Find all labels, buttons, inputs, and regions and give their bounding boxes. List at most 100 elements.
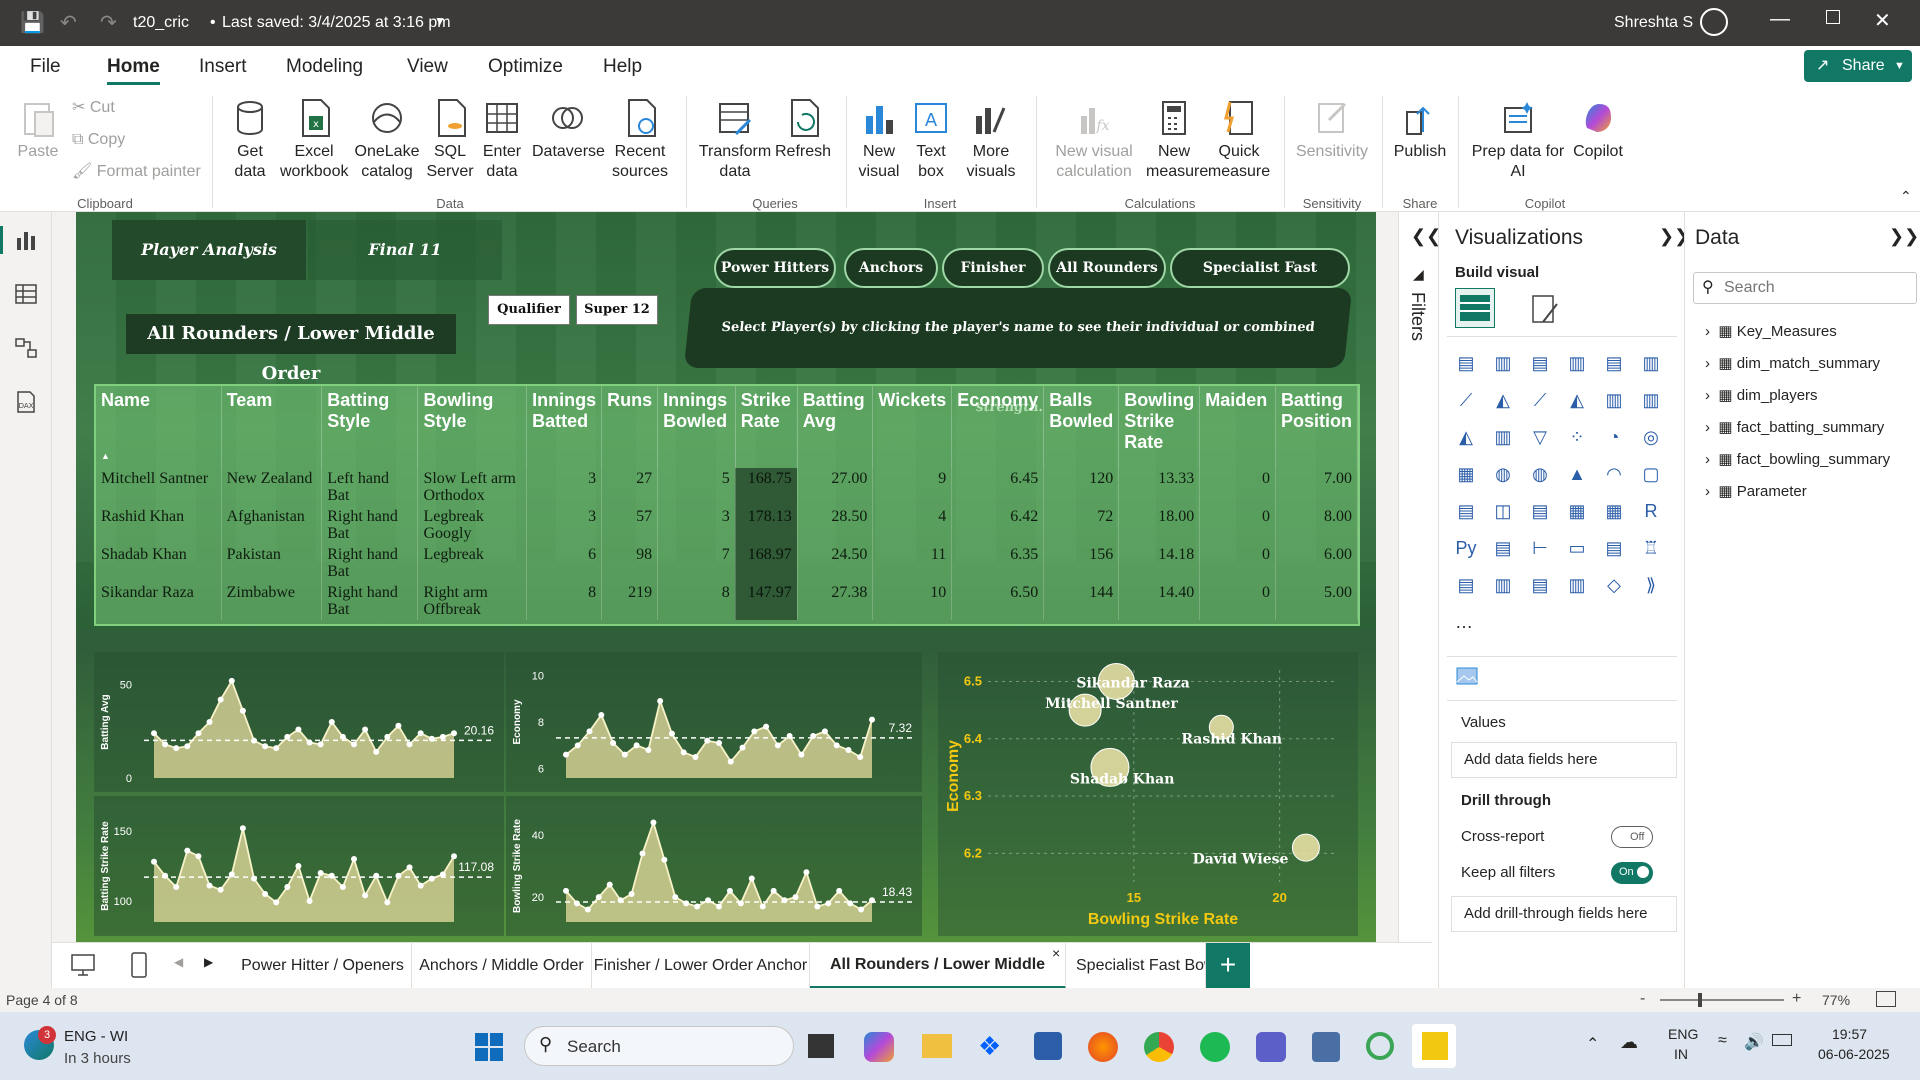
data-table-key-measures[interactable]: › ▦ Key_Measures — [1705, 322, 1837, 340]
clock-time[interactable]: 19:57 — [1832, 1026, 1867, 1042]
col-batting-position[interactable]: Batting Position — [1275, 386, 1359, 468]
col-batting-style[interactable]: Batting Style — [321, 386, 419, 468]
start-icon[interactable] — [474, 1032, 504, 1062]
app-ring-icon[interactable] — [1366, 1032, 1394, 1060]
menu-home[interactable]: Home — [107, 56, 160, 85]
visual-type-icon[interactable]: ⟋ — [1453, 387, 1479, 413]
store-icon[interactable] — [1034, 1032, 1062, 1060]
quick-measure-button[interactable]: Quick measure — [1204, 98, 1274, 182]
dropbox-icon[interactable]: ❖ — [978, 1032, 1001, 1060]
tab-scroll-left-icon[interactable]: ◀ — [174, 955, 183, 969]
cross-report-toggle[interactable]: Off — [1611, 826, 1653, 848]
visual-type-icon[interactable]: ▥ — [1638, 350, 1664, 376]
visual-type-icon[interactable]: ◍ — [1490, 461, 1516, 487]
visual-type-icon[interactable]: ▥ — [1490, 572, 1516, 598]
visual-type-icon[interactable]: ▥ — [1490, 424, 1516, 450]
visual-type-icon[interactable]: ◇ — [1601, 572, 1627, 598]
data-table-fact-bowling-summary[interactable]: › ▦ fact_bowling_summary — [1705, 450, 1890, 468]
menu-help[interactable]: Help — [603, 56, 642, 78]
pill-specialist-fast-bowlers[interactable]: Specialist Fast Bowlers — [1170, 248, 1350, 312]
share-button[interactable]: ↗ Share ▼ — [1804, 50, 1912, 82]
add-page-button[interactable]: + — [1206, 943, 1250, 989]
keep-all-filters-toggle[interactable]: On — [1611, 862, 1653, 884]
table-cell[interactable]: Sikandar Raza — [96, 582, 222, 620]
minimize-icon[interactable]: — — [1770, 8, 1790, 31]
tab-anchors-middle-order[interactable]: Anchors / Middle Order — [412, 943, 592, 989]
menu-modeling[interactable]: Modeling — [286, 56, 363, 78]
collapse-ribbon-icon[interactable]: ⌃ — [1900, 188, 1912, 205]
table-row[interactable]: Rashid Khan Afghanistan Right hand Bat Legb… — [96, 506, 1359, 544]
visual-type-icon[interactable]: ▢ — [1638, 461, 1664, 487]
firefox-icon[interactable] — [1088, 1032, 1118, 1062]
cloud-icon[interactable]: ☁ — [1620, 1032, 1638, 1053]
col-runs[interactable]: Runs — [601, 386, 659, 468]
visual-type-icon[interactable]: ⊢ — [1527, 535, 1553, 561]
visual-type-icon[interactable]: ▭ — [1564, 535, 1590, 561]
col-bowling-style[interactable]: Bowling Style — [417, 386, 528, 468]
transform-data-button[interactable]: Transform data — [698, 98, 772, 182]
show-hidden-icons[interactable]: ⌃ — [1586, 1034, 1599, 1054]
menu-optimize[interactable]: Optimize — [488, 56, 563, 78]
col-economy[interactable]: Economy — [951, 386, 1045, 468]
visual-type-icon[interactable]: ⁘ — [1564, 424, 1590, 450]
pill-power-hitters[interactable]: Power Hitters — [714, 248, 836, 288]
tab-power-hitter-openers[interactable]: Power Hitter / Openers — [234, 943, 412, 989]
save-icon[interactable]: 💾 — [20, 10, 45, 35]
close-icon[interactable]: ✕ — [1874, 8, 1891, 33]
close-tab-icon[interactable]: × — [1052, 945, 1060, 961]
visual-type-icon[interactable]: ◔ — [1601, 424, 1627, 450]
keyboard-layout-1[interactable]: ENG — [1668, 1026, 1698, 1042]
table-row[interactable]: Mitchell Santner New Zealand Left hand Bat… — [96, 468, 1359, 506]
visual-type-icon[interactable]: ▤ — [1453, 498, 1479, 524]
more-visuals-button[interactable]: More visuals — [958, 98, 1024, 182]
visual-type-icon[interactable]: ▤ — [1490, 535, 1516, 561]
menu-insert[interactable]: Insert — [199, 56, 247, 78]
cut-button[interactable]: ✂ Cut — [72, 98, 115, 118]
visual-type-icon[interactable]: ▥ — [1564, 572, 1590, 598]
report-view-icon[interactable] — [14, 228, 38, 252]
visual-type-icon[interactable]: ⟋ — [1527, 387, 1553, 413]
slicer-qualifier[interactable]: Qualifier — [488, 295, 570, 325]
col-balls-bowled[interactable]: Balls Bowled — [1043, 386, 1120, 468]
model-view-icon[interactable] — [14, 336, 38, 360]
visual-type-icon[interactable]: ▤ — [1453, 350, 1479, 376]
col-strike-rate[interactable]: Strike Rate — [735, 386, 798, 468]
chevron-down-icon[interactable]: ▼ — [434, 14, 446, 28]
data-table-parameter[interactable]: › ▦ Parameter — [1705, 482, 1807, 500]
table-row[interactable]: Sikandar Raza Zimbabwe Right hand Bat Right… — [96, 582, 1359, 620]
table-row[interactable]: Shadab Khan Pakistan Right hand Bat Legbrea… — [96, 544, 1359, 582]
excel-button[interactable]: x Excel workbook — [280, 98, 348, 182]
visual-type-icon[interactable]: R — [1638, 498, 1664, 524]
search-input[interactable] — [1724, 276, 1904, 300]
visual-type-icon[interactable]: ▲ — [1564, 461, 1590, 487]
app-icon[interactable] — [1312, 1032, 1340, 1062]
visual-type-icon[interactable]: ♖ — [1638, 535, 1664, 561]
new-visual-button[interactable]: New visual — [856, 98, 902, 182]
visual-type-icon[interactable]: ▤ — [1527, 498, 1553, 524]
volume-icon[interactable]: 🔊 — [1744, 1032, 1764, 1052]
col-team[interactable]: Team — [221, 386, 323, 468]
taskbar-search[interactable]: ⚲ Search — [524, 1026, 794, 1066]
avatar[interactable] — [1700, 8, 1728, 36]
table-cell[interactable]: Rashid Khan — [96, 506, 222, 544]
dataverse-button[interactable]: Dataverse — [532, 98, 605, 162]
visual-type-icon[interactable]: ◎ — [1638, 424, 1664, 450]
tab-finisher-lower-order-anchor[interactable]: Finisher / Lower Order Anchor — [592, 943, 810, 989]
get-data-button[interactable]: Get data — [222, 98, 278, 182]
nav-player-analysis[interactable]: Player Analysis — [112, 220, 306, 280]
visual-type-icon[interactable]: ▤ — [1453, 572, 1479, 598]
visual-type-icon[interactable]: ▽ — [1527, 424, 1553, 450]
zoom-thumb[interactable] — [1698, 993, 1702, 1007]
chevron-right-icon[interactable]: ❯❯ — [1889, 226, 1919, 247]
mobile-layout-icon[interactable] — [130, 951, 148, 979]
data-table-dim-players[interactable]: › ▦ dim_players — [1705, 386, 1818, 404]
text-box-button[interactable]: A Text box — [906, 98, 956, 182]
table-cell[interactable]: Shadab Khan — [96, 544, 222, 582]
visual-type-icon[interactable]: ▥ — [1638, 387, 1664, 413]
tab-specialist-fast-bowlers[interactable]: Specialist Fast Bowl — [1066, 943, 1206, 989]
dax-query-icon[interactable]: DAX — [14, 390, 38, 414]
pill-finisher[interactable]: Finisher — [942, 248, 1044, 288]
sensitivity-button[interactable]: Sensitivity — [1294, 98, 1370, 162]
task-view-icon[interactable] — [808, 1034, 834, 1058]
slicer-super-12[interactable]: Super 12 — [576, 295, 658, 325]
